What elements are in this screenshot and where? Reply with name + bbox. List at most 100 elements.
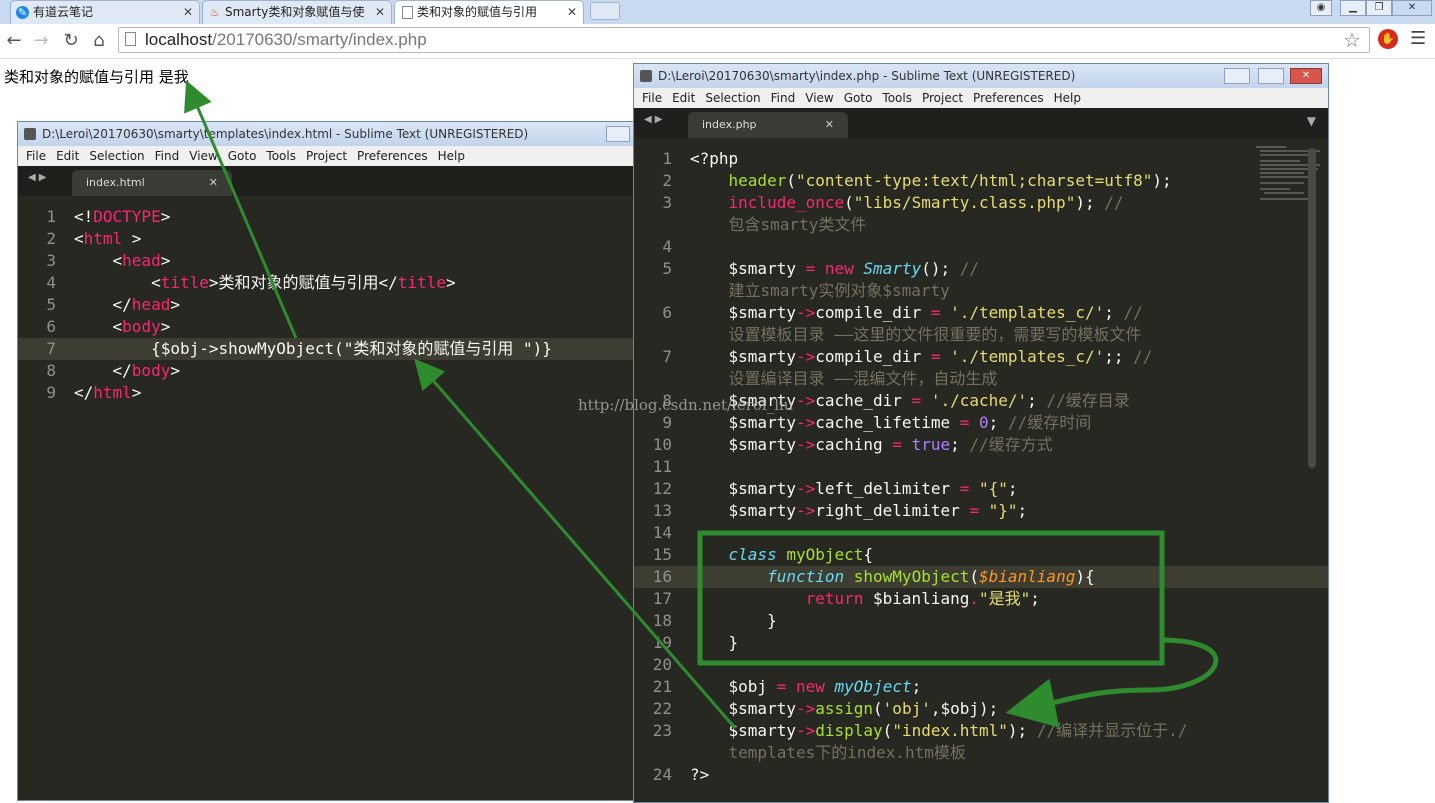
code-line[interactable]: 13 $smarty->right_delimiter = "}"; xyxy=(634,500,1328,522)
code-token: ; xyxy=(1030,589,1040,608)
reload-icon[interactable]: ↻ xyxy=(60,30,82,52)
code-line[interactable]: 17 return $bianliang."是我"; xyxy=(634,588,1328,610)
menu-item-help[interactable]: Help xyxy=(438,149,465,163)
code-line[interactable]: 22 $smarty->assign('obj',$obj); xyxy=(634,698,1328,720)
menu-item-project[interactable]: Project xyxy=(306,149,347,163)
menu-item-find[interactable]: Find xyxy=(155,149,180,163)
code-editor[interactable]: 1 <!DOCTYPE> 2 <html >3 <head> 4 <title>类和对象… xyxy=(18,196,656,800)
code-line[interactable]: 4 <title>类和对象的赋值与引用</title> xyxy=(18,272,656,294)
code-line[interactable]: 10 $smarty->caching = true; //缓存方式 xyxy=(634,434,1328,456)
code-text: $smarty->compile_dir = './templates_c/';… xyxy=(690,302,1143,324)
code-line[interactable]: 5 </head> xyxy=(18,294,656,316)
line-number: 1 xyxy=(46,207,56,226)
line-number: 2 xyxy=(46,229,56,248)
tab-dropdown-icon[interactable]: ▼ xyxy=(1307,114,1316,128)
menu-item-preferences[interactable]: Preferences xyxy=(357,149,428,163)
code-token: (); xyxy=(921,259,960,278)
code-line[interactable]: 14 xyxy=(634,522,1328,544)
menu-item-selection[interactable]: Selection xyxy=(89,149,144,163)
code-line[interactable]: 1 <!DOCTYPE> xyxy=(18,206,656,228)
restore-icon[interactable]: ❐ xyxy=(1366,0,1392,16)
code-line[interactable]: 6 <body> xyxy=(18,316,656,338)
code-line[interactable]: templates下的index.htm模板 xyxy=(634,742,1328,764)
home-icon[interactable]: ⌂ xyxy=(88,30,110,52)
code-line[interactable]: 2 <html > xyxy=(18,228,656,250)
code-line[interactable]: 20 xyxy=(634,654,1328,676)
code-line[interactable]: 5 $smarty = new Smarty(); // xyxy=(634,258,1328,280)
code-line[interactable]: 16 function showMyObject($bianliang){ xyxy=(634,566,1328,588)
menu-item-edit[interactable]: Edit xyxy=(56,149,79,163)
close-icon[interactable]: ✕ xyxy=(209,170,218,196)
close-icon[interactable]: ✕ xyxy=(825,112,834,138)
minimize-icon[interactable] xyxy=(1224,68,1250,84)
window-title: D:\Leroi\20170630\smarty\templates\index… xyxy=(18,122,656,146)
code-line[interactable]: 7 $smarty->compile_dir = './templates_c/… xyxy=(634,346,1328,368)
menu-item-selection[interactable]: Selection xyxy=(705,91,760,105)
code-line[interactable]: 3 include_once("libs/Smarty.class.php");… xyxy=(634,192,1328,214)
menu-item-goto[interactable]: Goto xyxy=(844,91,873,105)
browser-tab-active[interactable]: 类和对象的赋值与引用 ✕ xyxy=(394,0,584,24)
code-line[interactable]: 包含smarty类文件 xyxy=(634,214,1328,236)
code-line[interactable]: 18 } xyxy=(634,610,1328,632)
tab-scroll-arrows[interactable]: ◀▶ xyxy=(28,172,49,183)
close-icon[interactable]: ✕ xyxy=(375,1,385,23)
menu-item-edit[interactable]: Edit xyxy=(672,91,695,105)
code-line[interactable]: 2 header("content-type:text/html;charset… xyxy=(634,170,1328,192)
adblock-icon[interactable]: ✋ xyxy=(1378,29,1398,49)
menu-item-project[interactable]: Project xyxy=(922,91,963,105)
code-line[interactable]: 11 xyxy=(634,456,1328,478)
close-icon[interactable]: ✕ xyxy=(183,1,193,23)
code-line[interactable]: 8 </body> xyxy=(18,360,656,382)
code-line[interactable]: 6 $smarty->compile_dir = './templates_c/… xyxy=(634,302,1328,324)
back-icon[interactable]: ← xyxy=(3,30,25,52)
maximize-icon[interactable] xyxy=(1258,68,1284,84)
code-line[interactable]: 7 {$obj->showMyObject("类和对象的赋值与引用 ")} xyxy=(18,338,656,360)
bookmark-star-icon[interactable]: ☆ xyxy=(1343,28,1361,52)
editor-tab[interactable]: index.html ✕ xyxy=(72,170,232,196)
code-line[interactable]: 23 $smarty->display("index.html"); //编译并… xyxy=(634,720,1328,742)
menu-item-view[interactable]: View xyxy=(189,149,217,163)
minimize-icon[interactable]: ▁ xyxy=(1340,0,1366,16)
code-line[interactable]: 4 xyxy=(634,236,1328,258)
address-bar[interactable]: localhost/20170630/smarty/index.php xyxy=(118,27,1370,53)
menu-item-file[interactable]: File xyxy=(26,149,46,163)
close-window-icon[interactable]: ✕ xyxy=(1392,0,1432,16)
code-line[interactable]: 19 } xyxy=(634,632,1328,654)
menu-item-tools[interactable]: Tools xyxy=(266,149,296,163)
tab-scroll-arrows[interactable]: ◀▶ xyxy=(644,114,665,125)
code-line[interactable]: 3 <head> xyxy=(18,250,656,272)
browser-tab-smarty[interactable]: ♨ Smarty类和对象赋值与使 ✕ xyxy=(202,0,392,24)
code-line[interactable]: 15 class myObject{ xyxy=(634,544,1328,566)
new-tab-button[interactable] xyxy=(590,2,620,20)
menu-item-file[interactable]: File xyxy=(642,91,662,105)
line-number: 12 xyxy=(652,479,672,498)
browser-tab-youdao[interactable]: ✎ 有道云笔记 ✕ xyxy=(10,0,200,24)
menu-item-tools[interactable]: Tools xyxy=(882,91,912,105)
code-line[interactable]: 12 $smarty->left_delimiter = "{"; xyxy=(634,478,1328,500)
menu-item-view[interactable]: View xyxy=(805,91,833,105)
code-line[interactable]: 1 <?php xyxy=(634,148,1328,170)
code-token: Smarty xyxy=(863,259,922,278)
forward-icon[interactable]: → xyxy=(30,30,52,52)
menu-item-preferences[interactable]: Preferences xyxy=(973,91,1044,105)
code-line[interactable]: 设置模板目录 ——这里的文件很重要的，需要写的模板文件 xyxy=(634,324,1328,346)
menu-icon[interactable]: ☰ xyxy=(1410,28,1426,49)
code-token: // xyxy=(1104,193,1124,212)
code-line[interactable]: 设置编译目录 ——混编文件，自动生成 xyxy=(634,368,1328,390)
user-icon[interactable]: ◉ xyxy=(1310,0,1332,16)
code-token: < xyxy=(74,317,123,336)
code-line[interactable]: 21 $obj = new myObject; xyxy=(634,676,1328,698)
code-line[interactable]: 9 $smarty->cache_lifetime = 0; //缓存时间 xyxy=(634,412,1328,434)
menu-item-goto[interactable]: Goto xyxy=(228,149,257,163)
close-window-icon[interactable]: ✕ xyxy=(1290,68,1322,84)
code-line[interactable]: 24 ?> xyxy=(634,764,1328,786)
code-editor[interactable]: 1 <?php 2 header("content-type:text/html;c… xyxy=(634,138,1328,802)
code-line[interactable]: 建立smarty实例对象$smarty xyxy=(634,280,1328,302)
code-line[interactable]: 9 </html> xyxy=(18,382,656,404)
close-icon[interactable]: ✕ xyxy=(567,1,577,23)
menu-item-help[interactable]: Help xyxy=(1054,91,1081,105)
editor-tab[interactable]: index.php ✕ xyxy=(688,112,848,138)
menu-item-find[interactable]: Find xyxy=(771,91,796,105)
minimize-icon[interactable] xyxy=(606,126,630,142)
